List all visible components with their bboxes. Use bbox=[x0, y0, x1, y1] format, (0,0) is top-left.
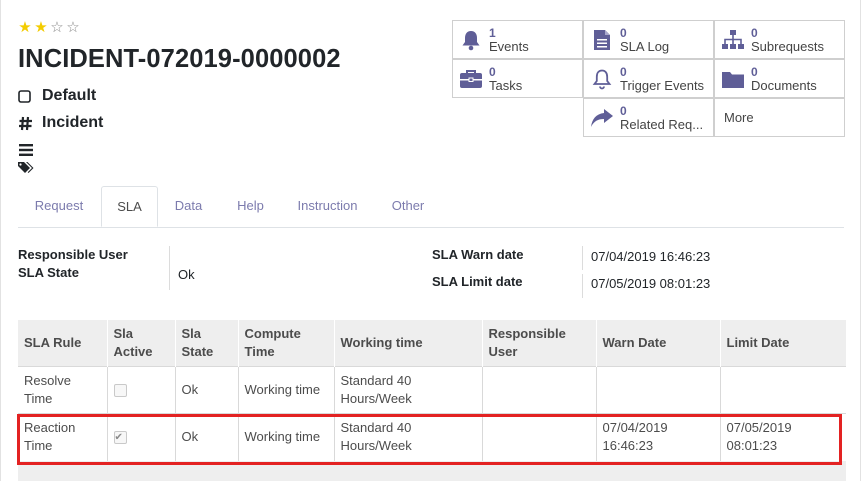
compute-time-cell: Working time bbox=[237, 366, 334, 414]
request-kind-label: Default bbox=[42, 87, 97, 104]
share-arrow-icon bbox=[584, 108, 620, 128]
table-row[interactable]: Resolve Time Ok Working time Standard 40… bbox=[18, 366, 846, 414]
sla-log-button[interactable]: 0 SLA Log bbox=[583, 20, 714, 59]
request-type: Incident bbox=[18, 114, 103, 132]
events-label: Events bbox=[489, 38, 529, 54]
more-label: More bbox=[724, 110, 754, 125]
column-header[interactable]: Sla State bbox=[174, 320, 238, 367]
tasks-count: 0 bbox=[489, 64, 496, 79]
warn-date-cell bbox=[595, 366, 720, 414]
column-header[interactable]: Responsible User bbox=[481, 320, 596, 367]
briefcase-icon bbox=[453, 69, 489, 89]
events-count: 1 bbox=[489, 25, 496, 40]
related-requests-label: Related Req... bbox=[620, 116, 704, 132]
limit-date-cell: 07/05/2019 08:01:23 bbox=[719, 413, 846, 461]
sla-state-cell: Ok bbox=[174, 413, 238, 461]
column-header[interactable]: Compute Time bbox=[237, 320, 334, 367]
list-icon[interactable] bbox=[19, 143, 33, 161]
star-outline-icon[interactable]: ☆ bbox=[50, 20, 64, 35]
sla-active-cell bbox=[106, 366, 175, 414]
documents-label: Documents bbox=[751, 77, 817, 93]
tab-data[interactable]: Data bbox=[159, 186, 218, 227]
bell-outline-icon bbox=[584, 68, 620, 90]
table-row[interactable]: Reaction Time ✔ Ok Working time Standard… bbox=[18, 413, 846, 461]
tasks-button[interactable]: 0 Tasks bbox=[452, 59, 583, 98]
tags-icon[interactable] bbox=[18, 162, 34, 180]
related-requests-count: 0 bbox=[620, 103, 627, 118]
column-header[interactable]: Working time bbox=[333, 320, 482, 367]
responsible-user-cell bbox=[481, 413, 596, 461]
working-time-cell: Standard 40 Hours/Week bbox=[333, 366, 482, 414]
events-button[interactable]: 1 Events bbox=[452, 20, 583, 59]
sitemap-icon bbox=[715, 29, 751, 50]
sla-rule-cell: Reaction Time bbox=[18, 413, 107, 461]
sla-limit-date-label: SLA Limit date bbox=[432, 274, 523, 289]
subrequests-button[interactable]: 0 Subrequests bbox=[714, 20, 845, 59]
column-header[interactable]: Sla Active bbox=[106, 320, 175, 367]
related-requests-button[interactable]: 0 Related Req... bbox=[583, 98, 714, 137]
sla-active-checkbox[interactable]: ✔ bbox=[113, 431, 127, 445]
notebook-tabs: Request SLA Data Help Instruction Other bbox=[18, 186, 844, 228]
tab-instruction[interactable]: Instruction bbox=[287, 186, 368, 227]
sla-warn-date-value: 07/04/2019 16:46:23 bbox=[591, 249, 711, 264]
request-type-label: Incident bbox=[42, 114, 104, 131]
sla-active-checkbox[interactable] bbox=[113, 384, 127, 398]
sla-lines-table: SLA Rule Sla Active Sla State Compute Ti… bbox=[18, 320, 846, 481]
sla-log-label: SLA Log bbox=[620, 38, 670, 54]
star-icon[interactable]: ★ bbox=[18, 20, 32, 35]
bell-icon bbox=[453, 29, 489, 51]
sla-active-cell: ✔ bbox=[106, 413, 175, 461]
column-header[interactable]: Warn Date bbox=[595, 320, 720, 367]
more-button[interactable]: More bbox=[714, 98, 845, 137]
record-title: INCIDENT-072019-0000002 bbox=[18, 45, 341, 73]
hashtag-icon bbox=[18, 116, 36, 131]
document-icon bbox=[584, 29, 620, 51]
trigger-events-count: 0 bbox=[620, 64, 627, 79]
documents-button[interactable]: 0 Documents bbox=[714, 59, 845, 98]
subrequests-count: 0 bbox=[751, 25, 758, 40]
column-header[interactable]: SLA Rule bbox=[18, 320, 107, 367]
sla-state-label: SLA State bbox=[18, 265, 79, 280]
star-icon[interactable]: ★ bbox=[34, 20, 48, 35]
sla-state-cell: Ok bbox=[174, 366, 238, 414]
sla-rule-cell: Resolve Time bbox=[18, 366, 107, 414]
field-separator bbox=[582, 246, 583, 270]
responsible-user-cell bbox=[481, 366, 596, 414]
warn-date-cell: 07/04/2019 16:46:23 bbox=[595, 413, 720, 461]
form-sheet: ★ ★ ☆ ☆ INCIDENT-072019-0000002 Default … bbox=[0, 0, 861, 481]
request-kind: Default bbox=[18, 87, 96, 105]
subrequests-label: Subrequests bbox=[751, 38, 824, 54]
trigger-events-label: Trigger Events bbox=[620, 77, 705, 93]
tab-other[interactable]: Other bbox=[381, 186, 435, 227]
folder-icon bbox=[715, 69, 751, 89]
trigger-events-button[interactable]: 0 Trigger Events bbox=[583, 59, 714, 98]
sla-warn-date-label: SLA Warn date bbox=[432, 247, 524, 262]
compute-time-cell: Working time bbox=[237, 413, 334, 461]
tab-help[interactable]: Help bbox=[221, 186, 280, 227]
tasks-label: Tasks bbox=[489, 77, 523, 93]
tab-sla[interactable]: SLA bbox=[101, 186, 158, 227]
field-separator bbox=[169, 246, 170, 290]
column-header[interactable]: Limit Date bbox=[719, 320, 846, 367]
sla-log-count: 0 bbox=[620, 25, 627, 40]
field-separator bbox=[582, 274, 583, 298]
checkmark-icon: ✔ bbox=[114, 432, 123, 444]
sla-state-value: Ok bbox=[178, 267, 195, 282]
star-outline-icon[interactable]: ☆ bbox=[66, 20, 80, 35]
working-time-cell: Standard 40 Hours/Week bbox=[333, 413, 482, 461]
smart-button-box: 1 Events 0 SLA Log 0 Subrequests 0 Tasks 0 Tr… bbox=[452, 20, 846, 137]
sla-limit-date-value: 07/05/2019 08:01:23 bbox=[591, 276, 711, 291]
table-header-row: SLA Rule Sla Active Sla State Compute Ti… bbox=[18, 320, 846, 367]
limit-date-cell bbox=[719, 366, 846, 414]
responsible-user-label: Responsible User bbox=[18, 247, 128, 262]
priority-stars[interactable]: ★ ★ ☆ ☆ bbox=[18, 20, 80, 35]
documents-count: 0 bbox=[751, 64, 758, 79]
square-icon bbox=[18, 89, 36, 103]
tab-request[interactable]: Request bbox=[18, 186, 100, 227]
